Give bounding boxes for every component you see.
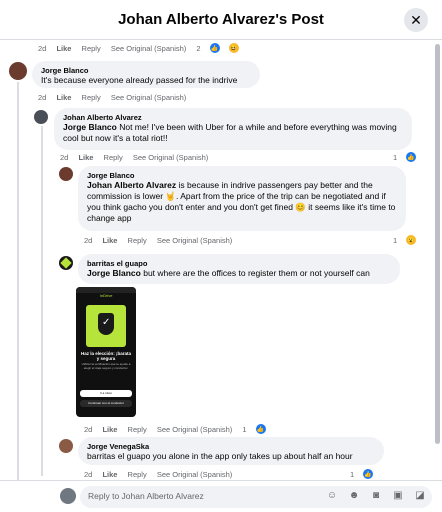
see-original-link[interactable]: See Original (Spanish) — [157, 425, 232, 434]
comment-author[interactable]: Jorge VenegaSka — [87, 442, 375, 451]
comment-author[interactable]: Jorge Blanco — [87, 171, 397, 180]
wow-reaction-icon: 😮 — [406, 235, 417, 245]
post-dialog-header: Johan Alberto Alvarez's Post ✕ — [0, 0, 442, 40]
comment-author[interactable]: Jorge Blanco — [41, 66, 251, 75]
mention-link[interactable]: Jorge Blanco — [63, 122, 117, 132]
dialog-title: Johan Alberto Alvarez's Post — [118, 11, 324, 28]
scrollbar[interactable] — [435, 44, 440, 444]
reply-composer: Reply to Johan Alberto Alvarez ☺ ☻ ◙ ▣ ◪ — [0, 480, 442, 512]
comment-text: It's because everyone already passed for… — [41, 75, 238, 85]
reply-button[interactable]: Reply — [128, 425, 147, 434]
comment-meta: 2d Like Reply See Original (Spanish) — [60, 153, 209, 162]
comment-text: barritas el guapo you alone in the app o… — [87, 451, 353, 461]
see-original-link[interactable]: See Original (Spanish) — [111, 93, 186, 102]
see-original-link[interactable]: See Original (Spanish) — [111, 44, 186, 53]
avatar[interactable] — [9, 62, 27, 80]
avatar[interactable] — [59, 256, 73, 270]
like-button[interactable]: Like — [78, 153, 93, 162]
emoji-icon[interactable]: ☻ — [348, 490, 360, 501]
comment-meta: 2d Like Reply See Original (Spanish) 1 👍 — [84, 424, 282, 434]
reply-button[interactable]: Reply — [82, 44, 101, 53]
comment-bubble: Jorge Blanco It's because everyone alrea… — [32, 61, 260, 88]
reply-tools: ☺ ☻ ◙ ▣ ◪ — [326, 490, 426, 501]
avatar — [60, 488, 76, 504]
like-button[interactable]: Like — [102, 236, 117, 245]
thread-line — [41, 126, 43, 476]
thread-line — [17, 82, 19, 480]
comment-bubble: Jorge Blanco Johan Alberto Alvarez is be… — [78, 166, 406, 231]
comment-bubble: Johan Alberto Alvarez Jorge Blanco Not m… — [54, 108, 412, 150]
reaction-count: 1 👍 — [393, 152, 417, 162]
comment-author[interactable]: barritas el guapo — [87, 259, 391, 268]
see-original-link[interactable]: See Original (Spanish) — [133, 153, 208, 162]
gif-icon[interactable]: ▣ — [392, 490, 404, 501]
see-original-link[interactable]: See Original (Spanish) — [157, 470, 232, 479]
like-reaction-icon: 👍 — [406, 152, 417, 162]
comment-bubble: Jorge VenegaSka barritas el guapo you al… — [78, 437, 384, 465]
reply-button[interactable]: Reply — [128, 470, 147, 479]
camera-icon[interactable]: ◙ — [370, 490, 382, 501]
reply-input[interactable]: Reply to Johan Alberto Alvarez ☺ ☻ ◙ ▣ ◪ — [80, 486, 432, 508]
comment-text: Johan Alberto Alvarez is because in indr… — [87, 180, 396, 223]
reaction-count: 1 👍 — [350, 469, 374, 479]
like-reaction-icon: 👍 — [209, 43, 220, 53]
comment-text: Jorge Blanco but where are the offices t… — [87, 268, 370, 278]
comment-meta: 2d Like Reply See Original (Spanish) — [84, 236, 233, 245]
see-original-link[interactable]: See Original (Spanish) — [157, 236, 232, 245]
reply-button[interactable]: Reply — [104, 153, 123, 162]
shield-illustration: ✓ — [86, 305, 126, 347]
reply-button[interactable]: Reply — [128, 236, 147, 245]
comment-meta: 2d Like Reply See Original (Spanish) 2 👍… — [38, 43, 255, 53]
comments-scroll-area[interactable]: 2d Like Reply See Original (Spanish) 2 👍… — [0, 40, 442, 480]
like-reaction-icon: 👍 — [255, 424, 266, 434]
comment-bubble: barritas el guapo Jorge Blanco but where… — [78, 254, 400, 284]
mention-link[interactable]: Jorge Blanco — [87, 268, 141, 278]
reply-button[interactable]: Reply — [82, 93, 101, 102]
mention-link[interactable]: Johan Alberto Alvarez — [87, 180, 176, 190]
comment-image[interactable]: inDrive ✓ Haz la elección: ¡barata y seg… — [76, 287, 136, 417]
reaction-count: 2 👍 😆 — [196, 43, 239, 53]
close-icon[interactable]: ✕ — [404, 8, 428, 32]
comment-author[interactable]: Johan Alberto Alvarez — [63, 113, 403, 122]
like-button[interactable]: Like — [56, 44, 71, 53]
haha-reaction-icon: 😆 — [228, 43, 239, 53]
comment-meta: 2d Like Reply See Original (Spanish) — [84, 470, 233, 479]
like-button[interactable]: Like — [102, 425, 117, 434]
comment-meta: 2d Like Reply See Original (Spanish) — [38, 93, 187, 102]
like-button[interactable]: Like — [56, 93, 71, 102]
sticker-icon[interactable]: ◪ — [414, 490, 426, 501]
reaction-count: 1 👍 — [242, 424, 266, 434]
avatar-sticker-icon[interactable]: ☺ — [326, 490, 338, 501]
comment-text: Jorge Blanco Not me! I've been with Uber… — [63, 122, 397, 143]
reaction-count: 1 😮 — [393, 235, 417, 245]
avatar[interactable] — [59, 439, 73, 453]
avatar[interactable] — [59, 167, 73, 181]
avatar[interactable] — [34, 110, 48, 124]
like-reaction-icon: 👍 — [363, 469, 374, 479]
like-button[interactable]: Like — [102, 470, 117, 479]
